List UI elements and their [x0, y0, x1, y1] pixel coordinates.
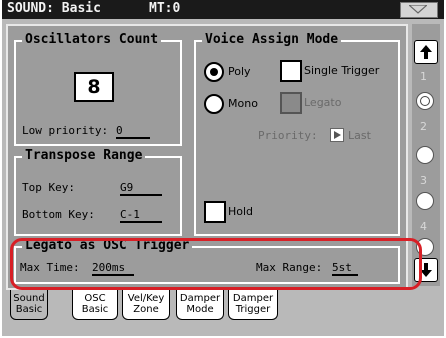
priority-selector[interactable]	[330, 128, 344, 142]
tab-label-line2: Zone	[133, 304, 159, 315]
top-key-value[interactable]: G9	[120, 181, 162, 196]
section-number: 3	[420, 174, 427, 187]
triangle-down-icon	[409, 5, 427, 14]
tab-label-line1: OSC	[84, 293, 106, 304]
tab-damper-trigger[interactable]: Damper Trigger	[228, 290, 278, 320]
mono-radio[interactable]	[204, 94, 224, 114]
tab-damper-mode[interactable]: Damper Mode	[176, 290, 224, 320]
bottom-key-value[interactable]: C-1	[120, 208, 162, 223]
poly-radio[interactable]	[204, 62, 224, 82]
priority-value: Last	[348, 129, 371, 142]
mono-label: Mono	[228, 97, 258, 110]
legato-checkbox[interactable]	[280, 92, 302, 114]
section-knob[interactable]	[416, 92, 434, 110]
selected-ring	[420, 96, 430, 106]
mt-indicator: MT:0	[149, 1, 181, 16]
single-trigger-label: Single Trigger	[304, 64, 380, 77]
section-knob[interactable]	[416, 192, 434, 210]
section-number: 4	[420, 220, 427, 233]
tab-label-line1: Damper	[179, 293, 221, 304]
transpose-range-group: Transpose Range Top Key: G9 Bottom Key: …	[14, 148, 182, 236]
page-menu-button[interactable]	[400, 2, 438, 18]
tab-bar: Sound Basic OSC Basic Vel/Key Zone Dampe…	[2, 290, 444, 336]
low-priority-label: Low priority:	[22, 124, 109, 137]
transpose-range-title: Transpose Range	[22, 148, 146, 164]
voice-assign-mode-group: Voice Assign Mode Poly Single Trigger Mo…	[194, 32, 400, 236]
section-number: 2	[420, 120, 427, 133]
low-priority-value[interactable]: 0	[116, 124, 150, 139]
radio-selected-dot	[210, 68, 218, 76]
priority-label: Priority:	[258, 129, 318, 142]
tab-osc-basic[interactable]: OSC Basic	[72, 290, 118, 320]
page-title: SOUND: Basic	[7, 1, 101, 16]
oscillators-count-group: Oscillators Count 8 Low priority: 0	[14, 32, 182, 146]
sound-basic-screen: SOUND: Basic MT:0 Oscillators Count 8 Lo…	[2, 0, 444, 336]
tab-label-line2: Basic	[81, 304, 109, 315]
tab-vel-key-zone[interactable]: Vel/Key Zone	[122, 290, 170, 320]
legato-label: Legato	[304, 96, 342, 109]
tab-label-line1: Sound	[13, 293, 45, 304]
oscillators-count-value[interactable]: 8	[74, 72, 114, 102]
title-bar: SOUND: Basic MT:0	[2, 0, 444, 19]
arrow-up-icon	[420, 45, 432, 59]
tab-label-line2: Trigger	[235, 304, 271, 315]
tab-label-line1: Damper	[232, 293, 274, 304]
highlight-outline	[10, 238, 422, 290]
poly-label: Poly	[228, 65, 251, 78]
tab-label-line2: Mode	[186, 304, 214, 315]
single-trigger-checkbox[interactable]	[280, 60, 302, 82]
section-knob[interactable]	[416, 146, 434, 164]
hold-label: Hold	[228, 205, 254, 218]
tab-label-line1: Vel/Key	[127, 293, 165, 304]
scroll-up-button[interactable]	[414, 40, 438, 64]
hold-checkbox[interactable]	[204, 201, 226, 223]
bottom-key-label: Bottom Key:	[22, 208, 95, 221]
oscillators-count-title: Oscillators Count	[22, 32, 162, 48]
voice-assign-mode-title: Voice Assign Mode	[202, 32, 342, 48]
tab-sound-basic[interactable]: Sound Basic	[10, 290, 48, 320]
section-number: 1	[420, 70, 427, 83]
tab-label-line2: Basic	[15, 304, 43, 315]
top-key-label: Top Key:	[22, 181, 75, 194]
triangle-right-icon	[334, 131, 341, 139]
